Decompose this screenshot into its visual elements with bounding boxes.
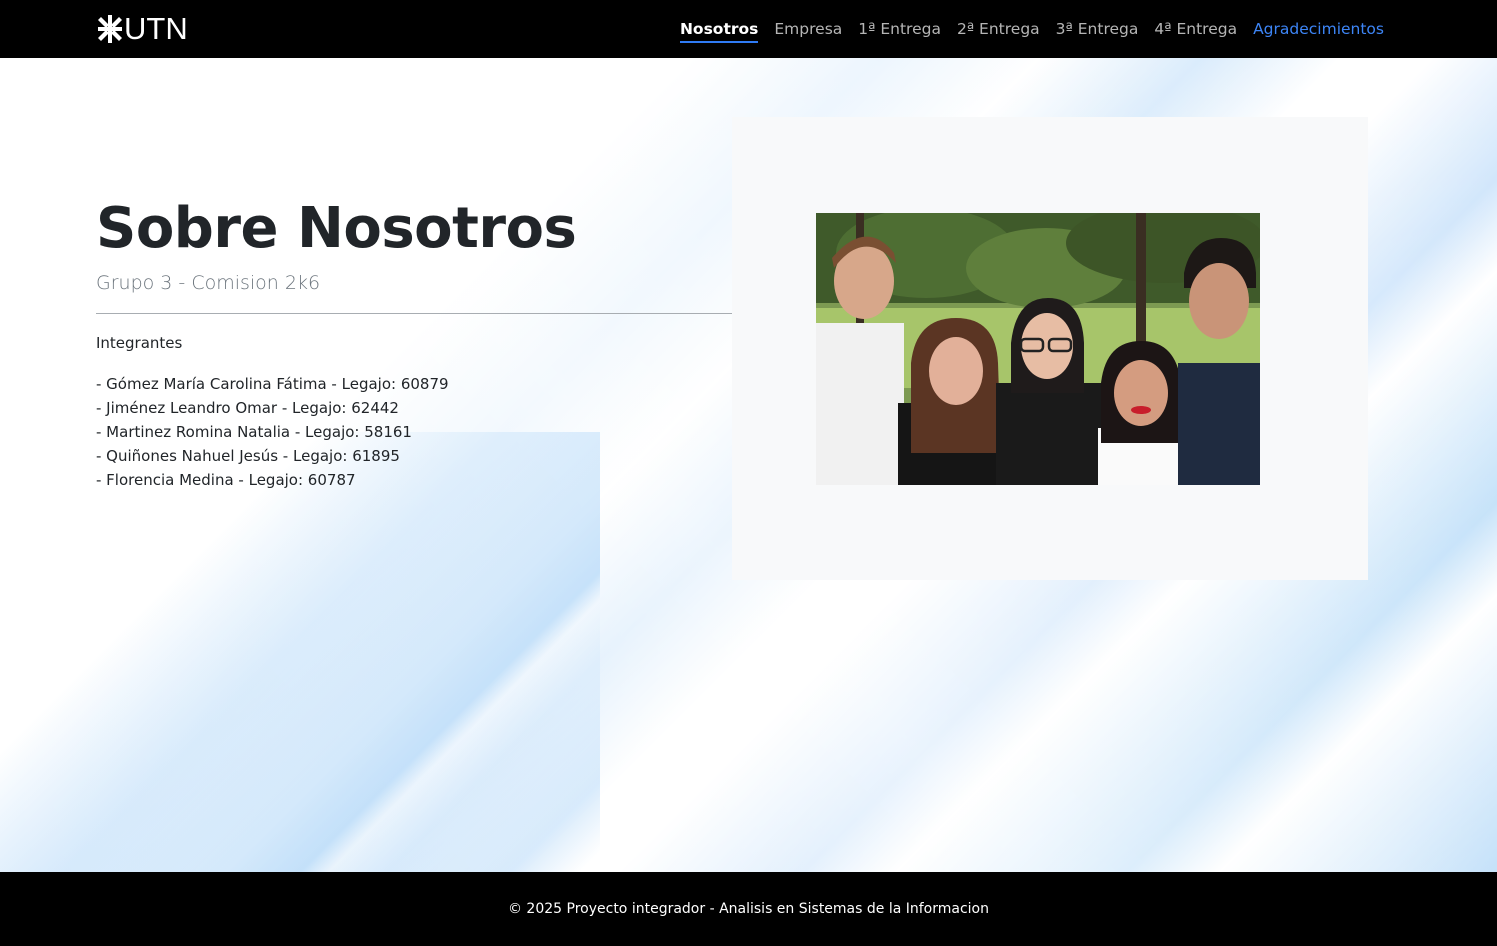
logo-text: UTN [124, 11, 188, 46]
members-list: - Gómez María Carolina Fátima - Legajo: … [96, 372, 449, 492]
nav-link-empresa[interactable]: Empresa [774, 16, 842, 42]
page-subtitle: Grupo 3 - Comision 2k6 [96, 272, 321, 294]
footer-text: © 2025 Proyecto integrador - Analisis en… [507, 901, 989, 917]
member-item: - Jiménez Leandro Omar - Legajo: 62442 [96, 399, 399, 417]
nav-link-nosotros[interactable]: Nosotros [679, 16, 759, 43]
group-photo-illustration [816, 213, 1260, 485]
members-heading: Integrantes [96, 334, 183, 352]
top-navbar: UTN Nosotros Empresa 1ª Entrega 2ª Entre… [0, 0, 1497, 58]
divider [96, 313, 732, 314]
member-item: - Martinez Romina Natalia - Legajo: 5816… [96, 423, 412, 441]
nav-link-entrega-4[interactable]: 4ª Entrega [1154, 16, 1237, 42]
utn-logo[interactable]: UTN [98, 11, 188, 46]
photo-card [732, 117, 1368, 580]
member-item: - Florencia Medina - Legajo: 60787 [96, 471, 356, 489]
member-item: - Quiñones Nahuel Jesús - Legajo: 61895 [96, 447, 400, 465]
nav-link-entrega-3[interactable]: 3ª Entrega [1056, 16, 1139, 42]
utn-emblem-icon [98, 15, 122, 43]
group-photo [816, 213, 1260, 485]
nav-link-entrega-2[interactable]: 2ª Entrega [957, 16, 1040, 42]
nav-link-agradecimientos[interactable]: Agradecimientos [1253, 16, 1384, 42]
main-nav: Nosotros Empresa 1ª Entrega 2ª Entrega 3… [679, 0, 1384, 58]
page-footer: © 2025 Proyecto integrador - Analisis en… [0, 872, 1497, 946]
nav-link-entrega-1[interactable]: 1ª Entrega [858, 16, 941, 42]
page-title: Sobre Nosotros [96, 196, 577, 261]
member-item: - Gómez María Carolina Fátima - Legajo: … [96, 375, 449, 393]
